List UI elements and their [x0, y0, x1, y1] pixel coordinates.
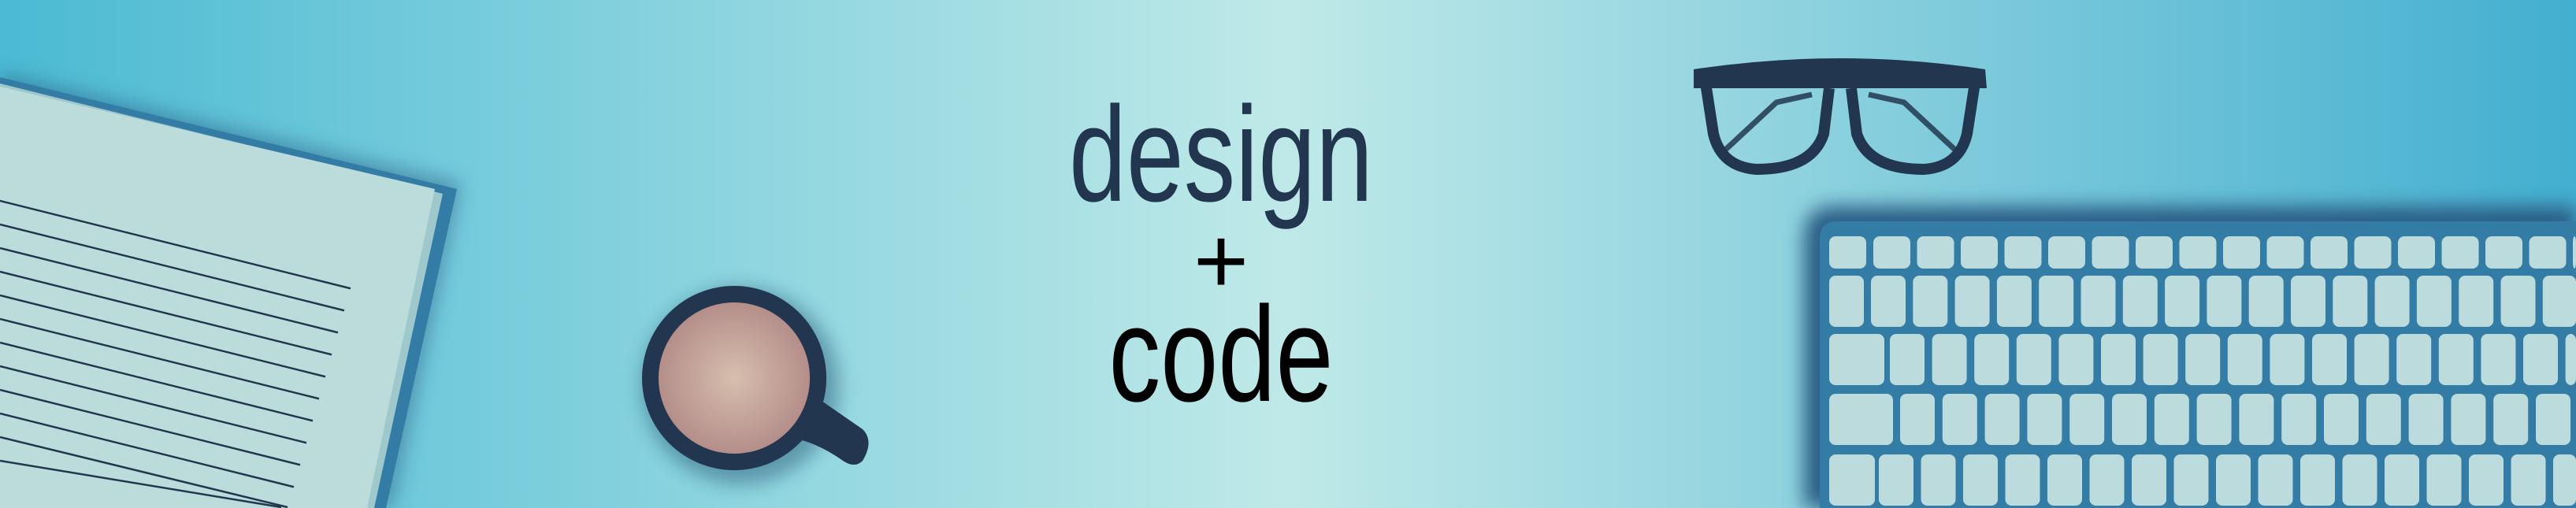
keyboard-key: [2469, 454, 2504, 506]
keyboard-key: [2565, 334, 2576, 385]
keyboard-key: [1984, 394, 2020, 445]
keyboard-key: [2441, 236, 2479, 269]
keyboard-key: [2354, 334, 2389, 385]
keyboard-key: [2542, 276, 2576, 327]
keyboard-key: [2132, 454, 2166, 506]
keyboard-key: [1873, 236, 1910, 269]
keyboard-key: [2216, 454, 2251, 506]
keyboard-key: [2101, 334, 2136, 385]
headline-code: code: [1109, 279, 1334, 430]
keyboard-key: [2354, 236, 2392, 269]
keyboard-key: [1974, 334, 2010, 385]
keyboard-key: [1963, 454, 1998, 506]
keyboard-key: [2185, 334, 2221, 385]
keyboard-key: [2523, 334, 2558, 385]
keyboard-key: [1921, 454, 1956, 506]
keyboard-key: [1961, 236, 1998, 269]
keyboard-key: [2426, 454, 2462, 506]
keyboard-key: [2165, 276, 2200, 327]
keyboard-key: [1932, 334, 1967, 385]
keyboard-key: [2004, 236, 2042, 269]
keyboard-key: [2089, 454, 2125, 506]
keyboard-key: [2227, 334, 2262, 385]
keyboard-key: [2048, 236, 2085, 269]
keyboard-key: [2143, 334, 2178, 385]
keyboard-key: [2136, 236, 2173, 269]
keyboard-key: [2005, 454, 2040, 506]
keyboard-key: [2396, 334, 2432, 385]
keyboard-key: [1890, 334, 1925, 385]
keyboard-key: [2092, 236, 2129, 269]
keyboard-key: [2173, 454, 2209, 506]
keyboard-key: [2239, 394, 2274, 445]
keyboard-key: [2553, 454, 2576, 506]
keyboard-key: [2058, 334, 2094, 385]
keyboard-key: [2459, 276, 2494, 327]
keyboard-key: [2536, 394, 2570, 445]
keyboard-key: [1829, 454, 1875, 506]
keyboard-key: [2281, 394, 2317, 445]
keyboard-key: [2080, 276, 2116, 327]
keyboard-key: [1900, 394, 1935, 445]
keyboard-key: [1829, 394, 1893, 445]
keyboard-key: [1829, 236, 1866, 269]
keyboard-key: [2573, 236, 2576, 269]
keyboard-key: [1829, 334, 1884, 385]
keyboard-key: [2438, 334, 2474, 385]
keyboard-key: [2039, 276, 2074, 327]
keyboard-key: [2311, 236, 2348, 269]
keyboard-key: [2196, 394, 2232, 445]
keyboard-key: [2529, 236, 2567, 269]
keyboard-key: [2511, 454, 2546, 506]
keyboard-key: [2324, 394, 2359, 445]
keyboard-key: [2342, 454, 2377, 506]
keyboard-key: [2270, 334, 2305, 385]
keyboard-key: [2481, 334, 2516, 385]
keyboard-key: [2500, 276, 2536, 327]
keyboard-key: [2493, 394, 2529, 445]
keyboard-key: [2016, 334, 2051, 385]
keyboard-key: [1942, 394, 1977, 445]
keyboard-key: [2179, 236, 2217, 269]
keyboard-key: [1954, 276, 1990, 327]
keyboard-key: [2027, 394, 2062, 445]
keyboard-key: [1879, 454, 1913, 506]
keyboard-key: [1996, 276, 2032, 327]
keyboard-key: [1913, 276, 1948, 327]
keyboard-key: [2122, 276, 2158, 327]
keyboard-key: [2266, 236, 2304, 269]
keyboard-key: [2069, 394, 2105, 445]
keyboard-key: [2300, 454, 2335, 506]
keyboard-key: [2333, 276, 2368, 327]
keyboard-key: [1871, 276, 1906, 327]
keyboard-key: [2112, 394, 2147, 445]
keyboard-key: [2451, 394, 2486, 445]
keyboard-key: [2398, 236, 2435, 269]
keyboard-key: [2047, 454, 2082, 506]
keyboard-key: [2416, 276, 2452, 327]
keyboard-key: [2154, 394, 2189, 445]
keyboard-key: [2223, 236, 2260, 269]
keyboard-key: [2258, 454, 2293, 506]
keyboard-key: [1829, 276, 1864, 327]
keyboard-key: [2366, 394, 2401, 445]
keyboard-key: [2291, 276, 2325, 327]
keyboard-key: [2385, 454, 2419, 506]
keyboard-key: [2207, 276, 2242, 327]
keyboard-key: [2312, 334, 2347, 385]
keyboard-key: [2374, 276, 2410, 327]
keyboard-key: [2485, 236, 2522, 269]
keyboard-key: [1917, 236, 1954, 269]
keyboard-illustration: [1804, 206, 2576, 508]
banner: design + code: [0, 0, 2576, 508]
keyboard-key: [2408, 394, 2444, 445]
keyboard-key: [2248, 276, 2284, 327]
